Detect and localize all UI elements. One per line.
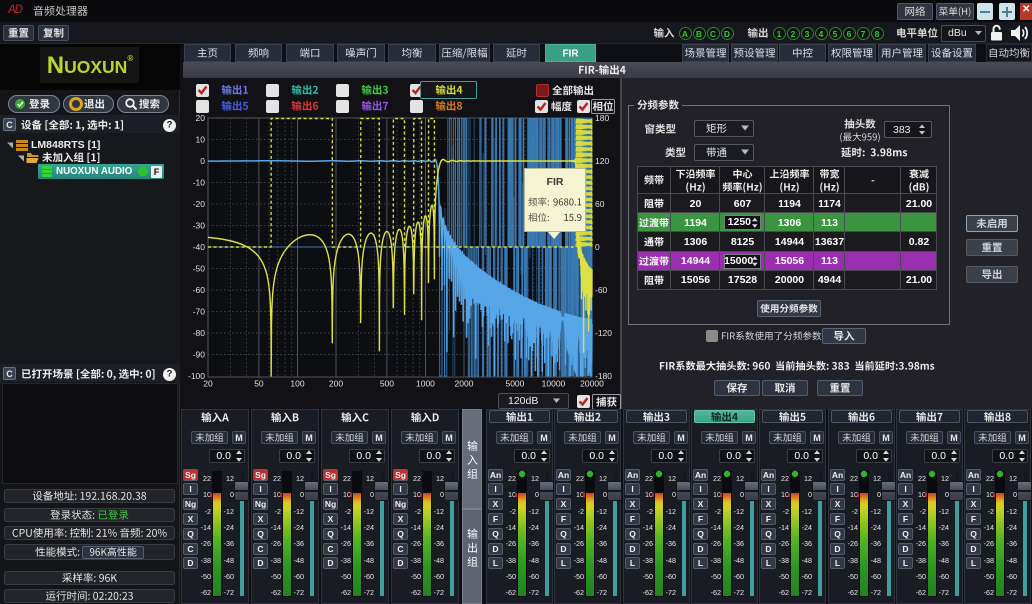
svg-text:1000: 1000 [416, 379, 435, 389]
svg-text:2000: 2000 [455, 379, 474, 389]
svg-text:-120: -120 [595, 328, 612, 338]
svg-text:10: 10 [196, 135, 206, 145]
svg-text:5000: 5000 [505, 379, 524, 389]
svg-text:0: 0 [595, 242, 600, 252]
svg-text:-40: -40 [193, 242, 206, 252]
svg-text:60: 60 [595, 199, 605, 209]
svg-text:-20: -20 [193, 199, 206, 209]
svg-text:10000: 10000 [542, 379, 566, 389]
svg-text:-60: -60 [193, 285, 206, 295]
svg-text:50: 50 [254, 379, 264, 389]
svg-text:-10: -10 [193, 178, 206, 188]
svg-text:120: 120 [595, 156, 609, 166]
svg-text:-90: -90 [193, 350, 206, 360]
svg-text:20000: 20000 [580, 379, 604, 389]
svg-text:-50: -50 [193, 264, 206, 274]
svg-text:-80: -80 [193, 328, 206, 338]
svg-text:-70: -70 [193, 307, 206, 317]
svg-text:180: 180 [595, 113, 609, 123]
svg-text:-60: -60 [595, 285, 608, 295]
svg-text:500: 500 [380, 379, 394, 389]
svg-text:0: 0 [200, 156, 205, 166]
svg-text:-30: -30 [193, 221, 206, 231]
svg-text:100: 100 [290, 379, 304, 389]
svg-text:200: 200 [329, 379, 343, 389]
svg-text:20: 20 [203, 379, 213, 389]
svg-text:20: 20 [196, 113, 206, 123]
